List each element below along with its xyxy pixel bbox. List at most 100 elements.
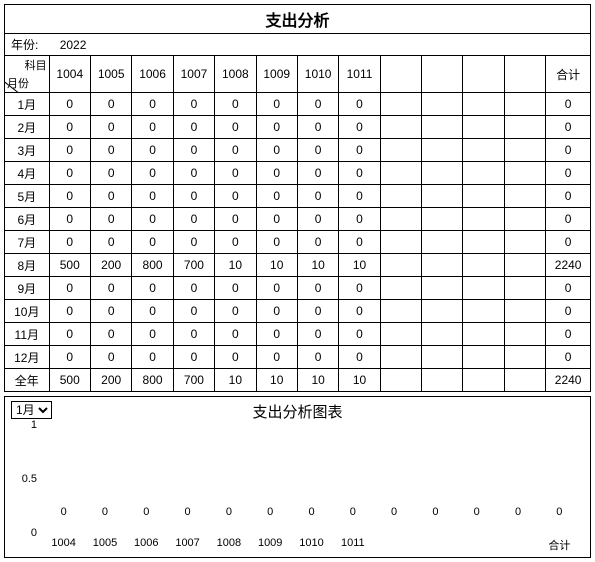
value-cell [504,93,545,116]
value-cell [422,300,463,323]
row-total-cell: 0 [546,346,591,369]
value-cell [380,300,421,323]
value-cell [463,323,504,346]
row-total-cell: 0 [546,231,591,254]
month-cell: 10月 [5,300,50,323]
value-cell: 0 [90,116,131,139]
table-row: 9月000000000 [5,277,591,300]
value-cell: 0 [90,346,131,369]
value-cell [380,208,421,231]
value-cell: 0 [90,277,131,300]
value-cell [463,93,504,116]
year-row: 年份: 2022 [4,34,591,55]
value-cell: 0 [297,116,338,139]
value-cell: 0 [49,346,90,369]
value-cell: 0 [215,162,256,185]
value-cell: 0 [49,231,90,254]
grand-total-cell: 2240 [546,369,591,392]
subject-header: 1005 [90,56,131,93]
value-cell [504,139,545,162]
col-total-cell: 700 [173,369,214,392]
value-cell [422,93,463,116]
y-tick: 0 [31,527,43,539]
data-label: 0 [350,506,356,518]
value-cell [504,254,545,277]
value-cell [380,185,421,208]
x-tick: 1011 [341,533,365,549]
month-cell: 1月 [5,93,50,116]
value-cell: 0 [297,346,338,369]
x-tick: 1005 [93,533,117,549]
value-cell: 0 [297,93,338,116]
row-total-cell: 2240 [546,254,591,277]
value-cell: 0 [49,277,90,300]
data-label: 0 [143,506,149,518]
value-cell: 0 [49,300,90,323]
value-cell: 0 [256,116,297,139]
value-cell [380,346,421,369]
value-cell: 0 [256,185,297,208]
value-cell: 0 [297,323,338,346]
value-cell: 0 [339,277,380,300]
value-cell: 0 [90,231,131,254]
value-cell: 0 [256,162,297,185]
value-cell: 10 [215,254,256,277]
value-cell: 0 [297,277,338,300]
value-cell [463,231,504,254]
value-cell: 0 [132,162,173,185]
value-cell [380,254,421,277]
x-tick: 1007 [175,533,199,549]
table-row: 12月000000000 [5,346,591,369]
value-cell: 0 [215,208,256,231]
chart-plot: 00.5110040100501006010070100801009010100… [43,425,580,533]
value-cell [463,185,504,208]
month-cell: 2月 [5,116,50,139]
table-row: 2月000000000 [5,116,591,139]
month-cell: 11月 [5,323,50,346]
row-total-cell: 0 [546,139,591,162]
month-cell: 7月 [5,231,50,254]
value-cell: 0 [90,162,131,185]
value-cell: 0 [215,300,256,323]
month-cell: 3月 [5,139,50,162]
value-cell: 200 [90,254,131,277]
value-cell [380,93,421,116]
subject-header [422,56,463,93]
value-cell [504,116,545,139]
value-cell: 0 [132,277,173,300]
value-cell: 0 [297,139,338,162]
value-cell: 0 [339,139,380,162]
value-cell: 0 [49,93,90,116]
value-cell: 500 [49,254,90,277]
year-total-row: 全年500200800700101010102240 [5,369,591,392]
data-label: 0 [267,506,273,518]
value-cell: 0 [256,139,297,162]
value-cell: 0 [90,139,131,162]
value-cell [380,139,421,162]
subject-header: 1004 [49,56,90,93]
row-total-cell: 0 [546,93,591,116]
value-cell [422,323,463,346]
month-cell: 8月 [5,254,50,277]
value-cell: 0 [215,116,256,139]
value-cell: 0 [132,116,173,139]
value-cell: 0 [256,277,297,300]
value-cell: 0 [256,323,297,346]
col-total-cell [463,369,504,392]
row-total-cell: 0 [546,185,591,208]
month-select[interactable]: 1月 [11,401,52,419]
value-cell: 0 [173,300,214,323]
col-total-cell: 800 [132,369,173,392]
data-label: 0 [308,506,314,518]
row-total-cell: 0 [546,300,591,323]
value-cell: 0 [339,116,380,139]
x-tick: 1009 [258,533,282,549]
value-cell [463,300,504,323]
month-cell: 4月 [5,162,50,185]
table-row: 4月000000000 [5,162,591,185]
x-tick: 1006 [134,533,158,549]
corner-bottom: 月份 [7,75,29,91]
value-cell: 800 [132,254,173,277]
subject-header: 1008 [215,56,256,93]
value-cell [380,277,421,300]
